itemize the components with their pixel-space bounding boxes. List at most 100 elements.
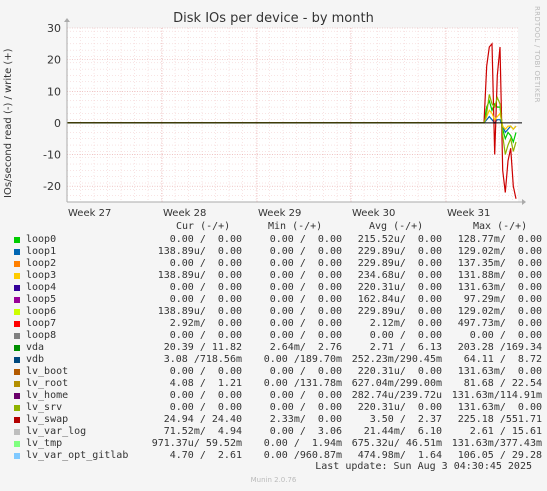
munin-graph: { "chart_data": { "type": "line", "title… xyxy=(0,0,547,491)
legend-name: lv_srv xyxy=(26,402,63,413)
legend-max: 128.77m/ 0.00 xyxy=(457,234,542,245)
legend-header-avg: Avg (-/+) xyxy=(369,221,424,232)
legend-avg: 627.04m/299.00m xyxy=(351,378,442,389)
legend-avg: 220.31u/ 0.00 xyxy=(357,366,442,377)
legend-min: 0.00 / 0.00 xyxy=(269,366,342,377)
legend-swatch xyxy=(14,309,20,315)
legend-swatch xyxy=(14,249,20,255)
legend-avg: 162.84u/ 0.00 xyxy=(357,294,442,305)
legend-cur: 971.37u/ 59.52m xyxy=(151,438,242,449)
legend-avg: 220.31u/ 0.00 xyxy=(357,282,442,293)
legend-name: loop2 xyxy=(26,258,57,269)
legend-name: lv_boot xyxy=(26,366,69,377)
legend-min: 0.00 / 0.00 xyxy=(269,330,342,341)
legend-max: 2.61 / 15.61 xyxy=(469,426,542,437)
legend-swatch xyxy=(14,321,20,327)
legend-min: 0.00 / 0.00 xyxy=(269,402,342,413)
legend-min: 0.00 /189.70m xyxy=(263,354,342,365)
legend-avg: 3.50 / 2.37 xyxy=(369,414,442,425)
legend-max: 0.00 / 0.00 xyxy=(469,330,542,341)
legend-cur: 138.89u/ 0.00 xyxy=(157,246,242,257)
legend-swatch xyxy=(14,357,20,363)
legend-cur: 0.00 / 0.00 xyxy=(169,234,242,245)
legend-swatch xyxy=(14,333,20,339)
legend-swatch xyxy=(14,429,20,435)
x-tick-label: Week 31 xyxy=(447,208,490,219)
legend-min: 0.00 / 0.00 xyxy=(269,390,342,401)
legend-swatch xyxy=(14,405,20,411)
legend-cur: 138.89u/ 0.00 xyxy=(157,306,242,317)
legend-name: loop1 xyxy=(26,246,57,257)
legend-name: lv_var_log xyxy=(26,426,87,437)
legend-name: loop3 xyxy=(26,270,57,281)
y-tick-label: 10 xyxy=(47,85,61,98)
legend-avg: 0.00 / 0.00 xyxy=(369,330,442,341)
legend-cur: 20.39 / 11.82 xyxy=(163,342,242,353)
legend-name: loop8 xyxy=(26,330,57,341)
legend-cur: 138.89u/ 0.00 xyxy=(157,270,242,281)
legend-name: vda xyxy=(26,342,45,353)
legend-min: 0.00 /131.78m xyxy=(263,378,342,389)
legend-min: 0.00 / 0.00 xyxy=(269,246,342,257)
legend-swatch xyxy=(14,369,20,375)
legend-max: 137.35m/ 0.00 xyxy=(457,258,542,269)
legend-swatch xyxy=(14,345,20,351)
legend-max: 81.68 / 22.54 xyxy=(463,378,542,389)
legend-swatch xyxy=(14,273,20,279)
legend-avg: 215.52u/ 0.00 xyxy=(357,234,442,245)
legend-max: 131.63m/377.43m xyxy=(451,438,542,449)
legend-max: 225.18 /551.71 xyxy=(457,414,542,425)
munin-version: Munin 2.0.76 xyxy=(250,476,297,484)
legend-cur: 24.94 / 24.40 xyxy=(163,414,242,425)
legend-min: 0.00 / 0.00 xyxy=(269,306,342,317)
legend-name: lv_home xyxy=(26,390,69,401)
legend-min: 0.00 / 0.00 xyxy=(269,234,342,245)
legend-swatch xyxy=(14,381,20,387)
legend-max: 131.63m/114.91m xyxy=(451,390,542,401)
legend-swatch xyxy=(14,261,20,267)
legend-min: 2.64m/ 2.76 xyxy=(269,342,342,353)
legend-min: 0.00 / 0.00 xyxy=(269,258,342,269)
legend-name: lv_root xyxy=(26,378,69,389)
legend-cur: 71.52m/ 4.94 xyxy=(163,426,242,437)
x-axis-arrow xyxy=(522,199,526,205)
legend-avg: 675.32u/ 46.51m xyxy=(351,438,442,449)
x-tick-label: Week 30 xyxy=(352,208,395,219)
legend-avg: 282.74u/239.72u xyxy=(351,390,442,401)
x-tick-label: Week 27 xyxy=(68,208,111,219)
legend-cur: 0.00 / 0.00 xyxy=(169,294,242,305)
legend-name: vdb xyxy=(26,354,45,365)
legend-name: loop7 xyxy=(26,318,57,329)
legend-cur: 0.00 / 0.00 xyxy=(169,258,242,269)
plot-area: 30 20 10 0 -10 -20 Week 27 Week 28 Week 29 Week … xyxy=(43,18,526,219)
legend-max: 131.63m/ 0.00 xyxy=(457,282,542,293)
legend-header-cur: Cur (-/+) xyxy=(176,221,231,232)
legend-swatch xyxy=(14,285,20,291)
legend-avg: 229.89u/ 0.00 xyxy=(357,246,442,257)
legend-swatch xyxy=(14,237,20,243)
legend-avg: 21.44m/ 6.10 xyxy=(363,426,442,437)
legend-name: loop4 xyxy=(26,282,57,293)
legend-swatch xyxy=(14,393,20,399)
legend-cur: 2.92m/ 0.00 xyxy=(169,318,242,329)
legend-swatch xyxy=(14,417,20,423)
y-tick-label: -10 xyxy=(43,149,61,162)
y-tick-label: 30 xyxy=(47,22,61,35)
legend-cur: 0.00 / 0.00 xyxy=(169,390,242,401)
legend-max: 131.63m/ 0.00 xyxy=(457,366,542,377)
legend-avg: 2.12m/ 0.00 xyxy=(369,318,442,329)
legend-avg: 220.31u/ 0.00 xyxy=(357,402,442,413)
legend-swatch xyxy=(14,441,20,447)
legend-cur: 0.00 / 0.00 xyxy=(169,402,242,413)
legend-name: lv_swap xyxy=(26,414,69,425)
legend-max: 129.02m/ 0.00 xyxy=(457,306,542,317)
legend-min: 0.00 / 0.00 xyxy=(269,270,342,281)
legend-min: 0.00 / 0.00 xyxy=(269,318,342,329)
legend-cur: 0.00 / 0.00 xyxy=(169,282,242,293)
legend-max: 64.11 / 8.72 xyxy=(463,354,542,365)
legend-max: 497.73m/ 0.00 xyxy=(457,318,542,329)
legend-swatch xyxy=(14,297,20,303)
legend-avg: 234.68u/ 0.00 xyxy=(357,270,442,281)
x-tick-label: Week 28 xyxy=(163,208,206,219)
legend-max: 131.88m/ 0.00 xyxy=(457,270,542,281)
